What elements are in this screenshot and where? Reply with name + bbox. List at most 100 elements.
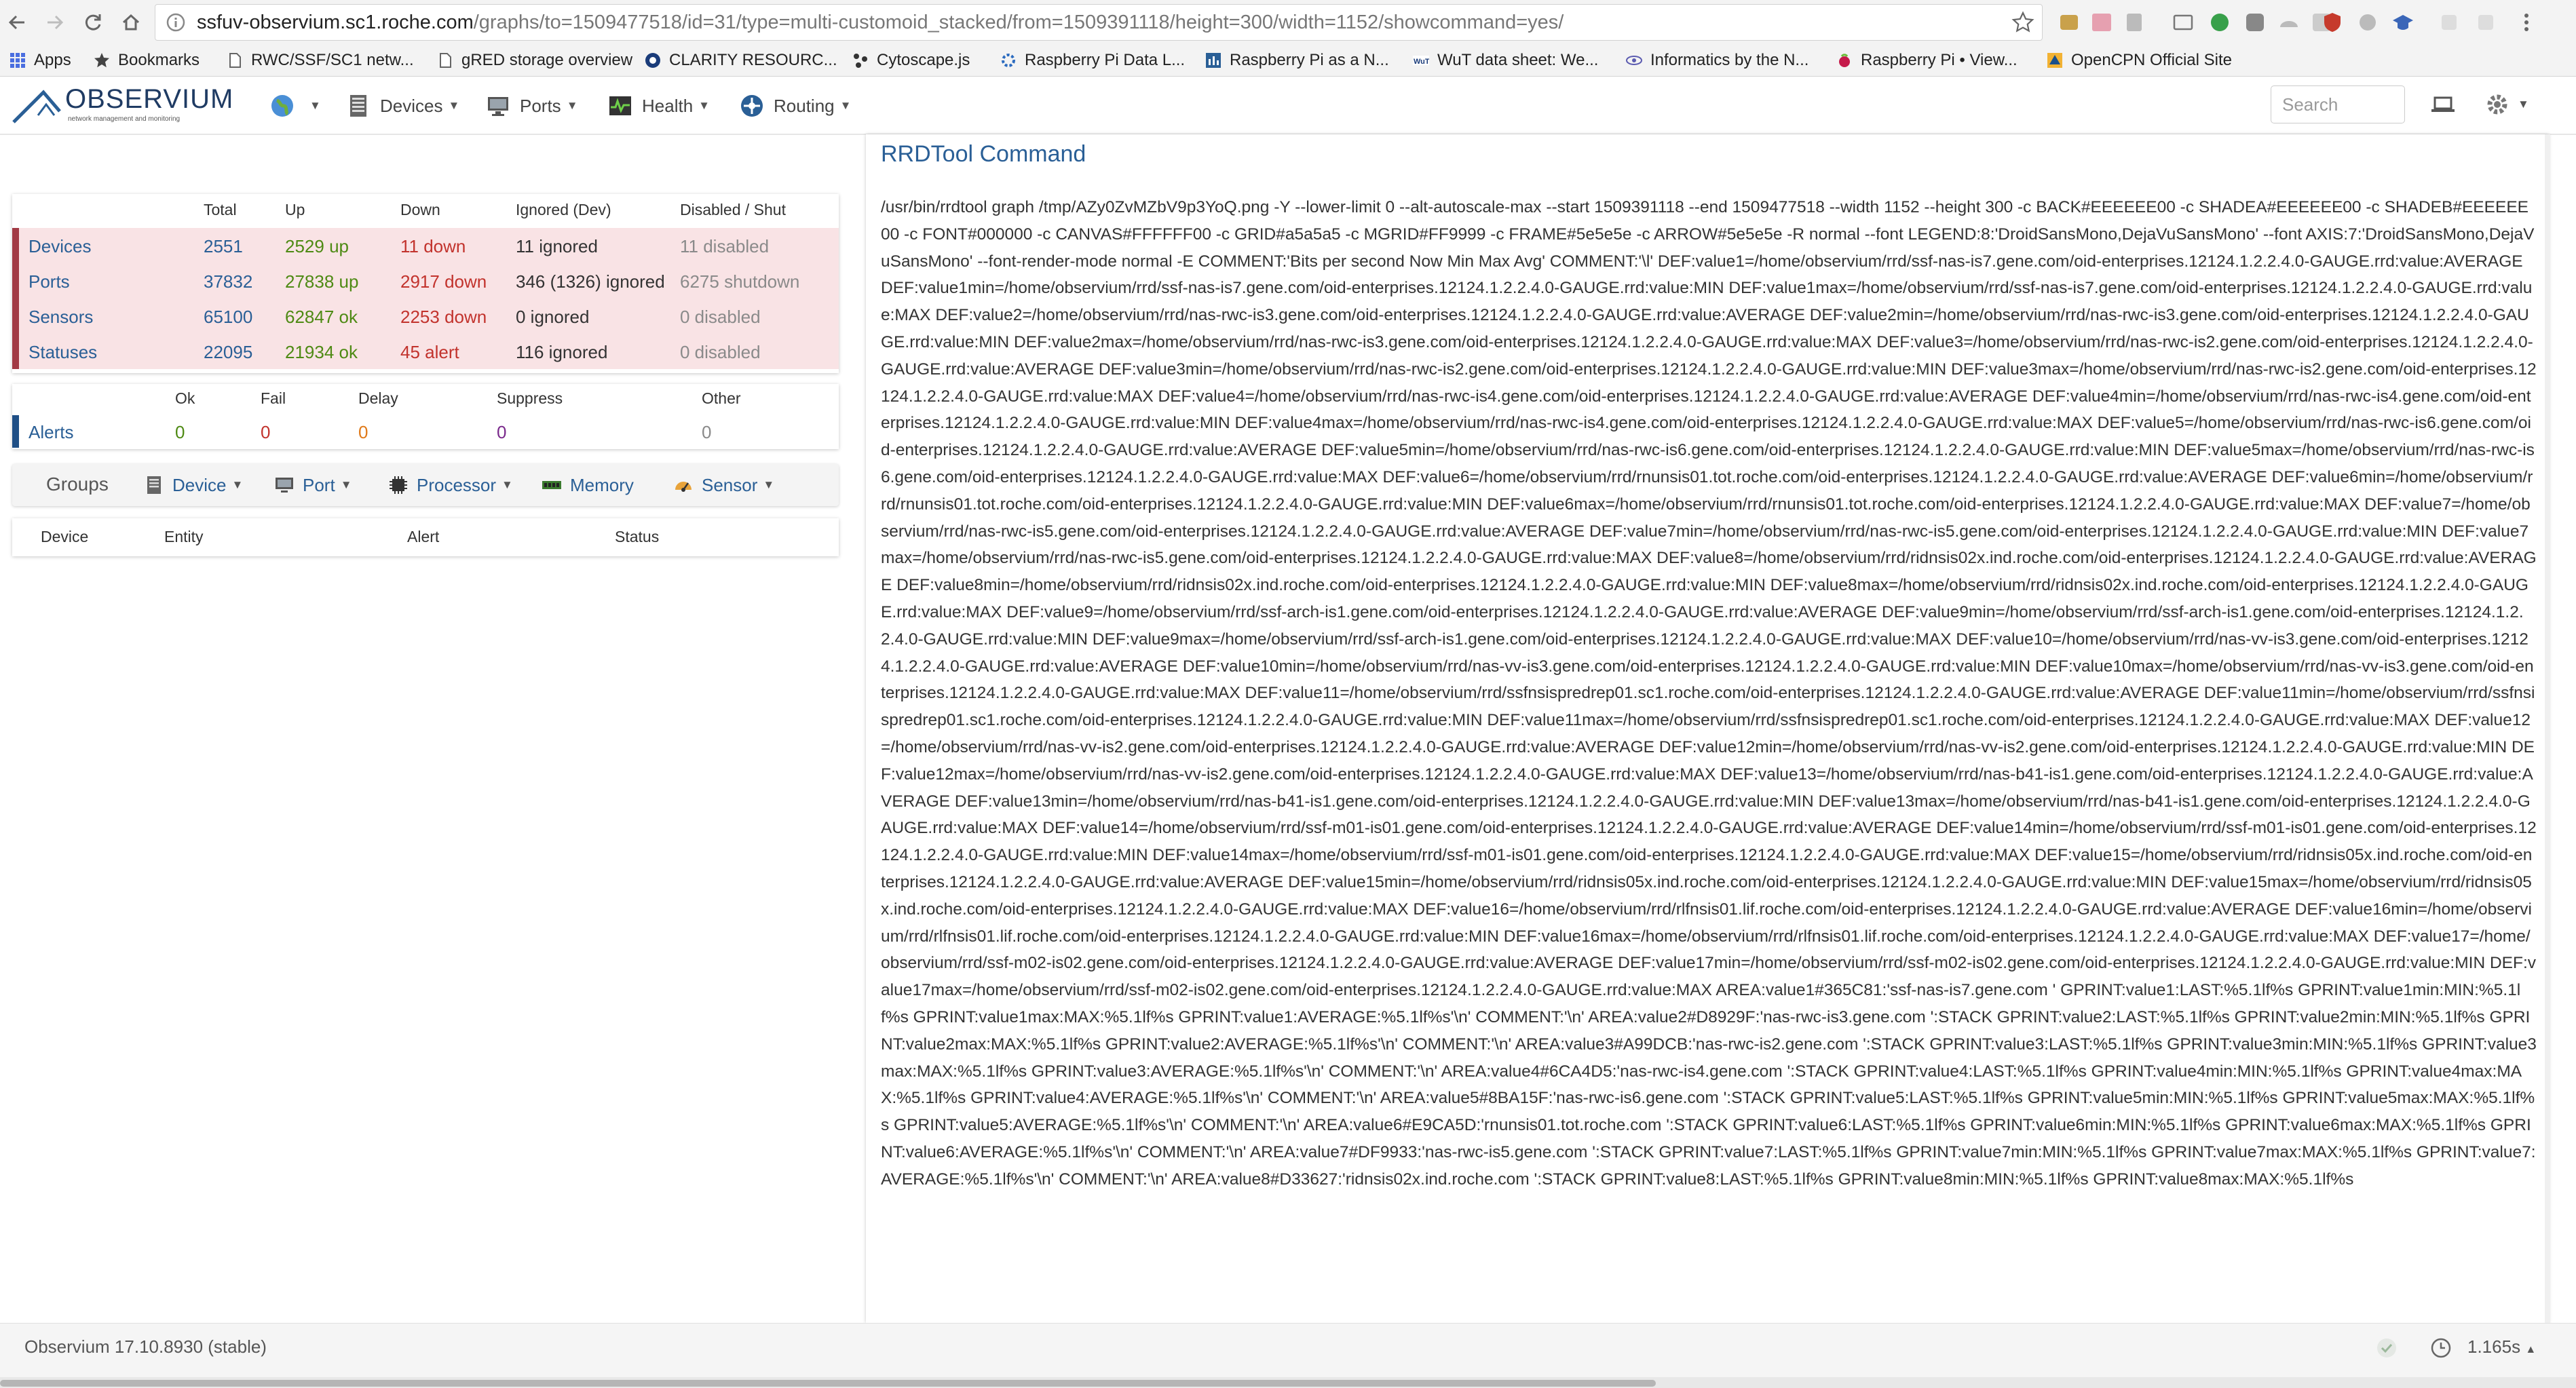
horizontal-scrollbar-thumb[interactable] [0, 1380, 1656, 1387]
bookmark-opencpn[interactable]: OpenCPN Official Site [2047, 46, 2232, 75]
bookmark-label: RWC/SSF/SC1 netw... [251, 51, 414, 69]
summary-ports-down[interactable]: 2917 down [400, 271, 487, 292]
summary-header-disabled: Disabled / Shut [680, 201, 786, 218]
vertical-scrollbar[interactable] [2545, 134, 2550, 1323]
raspberry-icon [1839, 54, 1850, 67]
summary-ports-total[interactable]: 37832 [204, 271, 252, 292]
summary-sensors-down[interactable]: 2253 down [400, 307, 487, 328]
nav-routing-label: Routing [774, 95, 835, 116]
bookmark-raspberry-data[interactable]: Raspberry Pi Data L... [1000, 46, 1185, 75]
summary-sensors-total[interactable]: 65100 [204, 307, 252, 328]
execution-time[interactable]: 1.165s ▲ [2467, 1336, 2536, 1357]
bookmark-raspberry-n[interactable]: Raspberry Pi as a N... [1205, 46, 1389, 75]
extension-icon[interactable] [2058, 11, 2081, 34]
bookmark-label: CLARITY RESOURC... [669, 51, 837, 69]
status-header-status: Status [615, 528, 660, 545]
search-placeholder: Search [2282, 94, 2338, 115]
extension-icon[interactable] [2356, 11, 2379, 34]
alerts-other-count[interactable]: 0 [702, 422, 711, 443]
extension-icon[interactable] [2090, 11, 2113, 34]
extension-icon[interactable] [2474, 11, 2497, 34]
summary-statuses-up[interactable]: 21934 ok [285, 342, 358, 363]
extension-icon[interactable] [2243, 11, 2267, 34]
groups-sensor[interactable]: Sensor ▼ [673, 471, 774, 499]
home-button[interactable] [115, 7, 147, 38]
bookmark-gred-storage[interactable]: gRED storage overview [437, 46, 632, 75]
nav-ports[interactable]: Ports ▼ [486, 94, 578, 118]
status-ok-icon [2375, 1336, 2398, 1360]
nav-globe[interactable]: ▼ [270, 94, 321, 118]
bookmark-rwc-ssf[interactable]: RWC/SSF/SC1 netw... [227, 46, 414, 75]
summary-statuses-down[interactable]: 45 alert [400, 342, 459, 363]
extension-icon[interactable] [2123, 11, 2146, 34]
nav-devices[interactable]: Devices ▼ [346, 94, 459, 118]
summary-ports-ignored[interactable]: 346 (1326) ignored [516, 271, 665, 292]
summary-devices-total[interactable]: 2551 [204, 236, 243, 257]
alerts-ok-count[interactable]: 0 [175, 422, 185, 443]
url-text[interactable]: ssfuv-observium.sc1.roche.com/graphs/to=… [197, 6, 1564, 39]
pulse-icon [609, 96, 631, 115]
groups-memory[interactable]: Memory [542, 471, 634, 499]
alerts-delay-count[interactable]: 0 [358, 422, 368, 443]
bookmark-star-icon[interactable] [2011, 11, 2034, 34]
chart-icon [1206, 53, 1221, 68]
nav-routing[interactable]: Routing ▼ [740, 94, 851, 118]
summary-statuses-disabled[interactable]: 0 disabled [680, 342, 761, 363]
browser-menu-icon[interactable] [2515, 11, 2538, 34]
summary-header-total: Total [204, 201, 237, 218]
bookmark-bookmarks[interactable]: Bookmarks [94, 46, 200, 75]
alerts-link[interactable]: Alerts [29, 422, 73, 443]
extension-icon[interactable] [2277, 11, 2300, 34]
summary-devices-ignored[interactable]: 11 ignored [516, 236, 598, 257]
summary-devices-up[interactable]: 2529 up [285, 236, 349, 257]
bookmark-apps[interactable]: Apps [10, 46, 71, 75]
summary-devices-link[interactable]: Devices [29, 236, 91, 257]
laptop-icon[interactable] [2429, 94, 2457, 115]
graduation-cap-icon[interactable] [2391, 11, 2414, 34]
shield-icon[interactable] [2321, 11, 2344, 34]
summary-header-down: Down [400, 201, 440, 218]
apps-grid-icon [10, 53, 25, 68]
summary-sensors-link[interactable]: Sensors [29, 307, 93, 328]
logo-subtitle: network management and monitoring [68, 115, 181, 123]
extension-icon[interactable] [2208, 11, 2231, 34]
bookmark-raspberry-view[interactable]: Raspberry Pi • View... [1836, 46, 2018, 75]
star-icon [94, 53, 109, 68]
summary-sensors-up[interactable]: 62847 ok [285, 307, 358, 328]
summary-devices-down[interactable]: 11 down [400, 236, 466, 257]
summary-statuses-total[interactable]: 22095 [204, 342, 252, 363]
groups-processor[interactable]: Processor ▼ [388, 471, 513, 499]
execution-time-value: 1.165s [2467, 1336, 2521, 1357]
rrdtool-command-text[interactable]: /usr/bin/rrdtool graph /tmp/AZy0ZvMZbV9p… [881, 194, 2537, 1323]
reload-button[interactable] [77, 7, 109, 38]
row-status-marker [12, 415, 19, 448]
summary-sensors-ignored[interactable]: 0 ignored [516, 307, 589, 328]
summary-devices-disabled[interactable]: 11 disabled [680, 236, 769, 257]
forward-button[interactable] [39, 7, 71, 38]
summary-statuses-link[interactable]: Statuses [29, 342, 97, 363]
settings-menu[interactable]: ▼ [2484, 91, 2529, 118]
groups-device[interactable]: Device ▼ [144, 471, 243, 499]
info-icon[interactable] [166, 12, 186, 33]
bookmark-cytoscape[interactable]: Cytoscape.js [852, 46, 970, 75]
chevron-up-icon: ▲ [2525, 1344, 2537, 1355]
summary-ports-link[interactable]: Ports [29, 271, 70, 292]
bookmark-clarity[interactable]: CLARITY RESOURC... [645, 46, 837, 75]
cast-icon[interactable] [2172, 11, 2195, 34]
summary-statuses-ignored[interactable]: 116 ignored [516, 342, 607, 363]
alerts-suppress-count[interactable]: 0 [497, 422, 506, 443]
bookmark-wut[interactable]: WuT WuT data sheet: We... [1413, 46, 1598, 75]
summary-ports-disabled[interactable]: 6275 shutdown [680, 271, 799, 292]
bookmark-informatics[interactable]: Informatics by the N... [1626, 46, 1808, 75]
extension-icon[interactable] [2438, 11, 2461, 34]
groups-port[interactable]: Port ▼ [274, 471, 352, 499]
version-label[interactable]: Observium 17.10.8930 (stable) [24, 1336, 267, 1357]
bookmark-label: OpenCPN Official Site [2071, 51, 2232, 69]
alerts-fail-count[interactable]: 0 [261, 422, 270, 443]
summary-ports-up[interactable]: 27838 up [285, 271, 358, 292]
svg-text:WuT: WuT [1414, 58, 1429, 66]
summary-header-ignored: Ignored (Dev) [516, 201, 611, 218]
back-button[interactable] [1, 7, 33, 38]
summary-sensors-disabled[interactable]: 0 disabled [680, 307, 761, 328]
nav-health[interactable]: Health ▼ [608, 94, 710, 118]
